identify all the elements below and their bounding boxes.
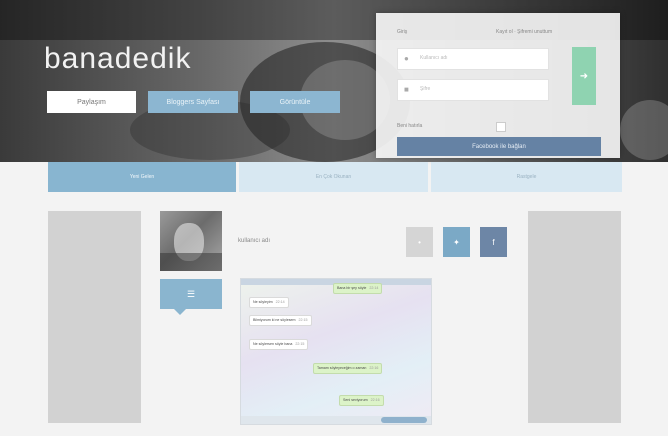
twitter-icon: ✦ — [453, 237, 460, 247]
register-link[interactable]: Kayıt ol · Şifremi unuttum — [496, 29, 552, 35]
chat-message-text: Ne söylersen söyle bana — [253, 342, 293, 346]
chat-message-time: 22:16 — [369, 366, 379, 370]
header-button-bloggers[interactable]: Bloggers Sayfası — [148, 91, 238, 113]
chat-message: Bana bir şey söyle 22:14 — [333, 283, 383, 294]
header-button-share[interactable]: Paylaşım — [47, 91, 136, 113]
tab-bar: Yeni Gelen En Çok Okunan Rastgele — [48, 162, 622, 192]
login-panel: Giriş Kayıt ol · Şifremi unuttum ● Kulla… — [376, 13, 620, 158]
facebook-login-button[interactable]: Facebook ile bağlan — [397, 137, 601, 156]
chat-message-text: Ne söyleyim — [253, 300, 273, 304]
chat-message-time: 22:14 — [275, 300, 285, 304]
user-icon: ● — [404, 54, 409, 63]
pin-button[interactable]: ☰ — [160, 279, 222, 315]
pin-icon: ☰ — [186, 288, 196, 299]
chat-screenshot: Bana bir şey söyle 22:14 Ne söyleyim 22:14… — [240, 278, 432, 425]
chat-message-text: Bilmiyorum ki ne söylesem — [253, 318, 296, 322]
arrow-right-icon: ➜ — [579, 70, 589, 82]
twitter-button[interactable]: ✦ — [443, 227, 470, 257]
chat-message: Seni seviyorum 22:16 — [339, 395, 384, 406]
share-icon: • — [418, 237, 421, 247]
login-submit-button[interactable]: ➜ — [572, 47, 596, 105]
tab-most-read[interactable]: En Çok Okunan — [239, 162, 428, 192]
chat-message: Ne söylersen söyle bana 22:15 — [249, 339, 309, 350]
chat-message: Tamam söyleyeceğim o zaman 22:16 — [313, 363, 383, 374]
share-button[interactable]: • — [406, 227, 433, 257]
post-username[interactable]: kullanıcı adı — [238, 238, 270, 244]
chat-message: Ne söyleyim 22:14 — [249, 297, 289, 308]
lock-icon: ■ — [404, 85, 409, 94]
chat-message-time: 22:15 — [295, 342, 305, 346]
chat-message-time: 22:14 — [369, 286, 379, 290]
remember-checkbox[interactable] — [496, 122, 506, 132]
site-logo[interactable]: banadedik — [44, 42, 191, 76]
username-placeholder: Kullanıcı adı — [420, 55, 448, 61]
avatar[interactable] — [160, 211, 222, 271]
facebook-icon: f — [492, 237, 495, 247]
avatar-shadow — [160, 253, 222, 271]
login-title: Giriş — [397, 29, 408, 35]
tab-random[interactable]: Rastgele — [431, 162, 622, 192]
remember-label: Beni hatırla — [397, 123, 423, 129]
left-sidebar — [48, 211, 141, 423]
password-field[interactable]: ■ Şifre — [397, 79, 549, 101]
chat-message-time: 22:16 — [370, 398, 380, 402]
chat-message-time: 22:15 — [298, 318, 308, 322]
chat-message-text: Tamam söyleyeceğim o zaman — [317, 366, 367, 370]
password-placeholder: Şifre — [420, 86, 431, 92]
chat-message: Bilmiyorum ki ne söylesem 22:15 — [249, 315, 312, 326]
tab-new[interactable]: Yeni Gelen — [48, 162, 236, 192]
chat-message-text: Seni seviyorum — [343, 398, 368, 402]
right-sidebar — [528, 211, 621, 423]
header-button-view[interactable]: Görüntüle — [250, 91, 340, 113]
chat-send-bar — [381, 417, 427, 423]
username-field[interactable]: ● Kullanıcı adı — [397, 48, 549, 70]
facebook-button[interactable]: f — [480, 227, 507, 257]
chat-message-text: Bana bir şey söyle — [337, 286, 367, 290]
hero-photo-shape — [620, 100, 668, 160]
